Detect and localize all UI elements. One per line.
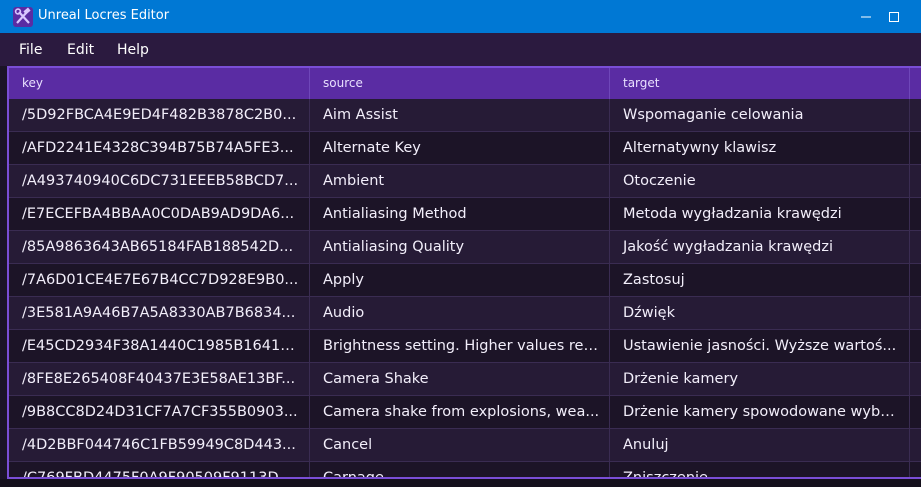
localization-table: key source target /5D92FBCA4E9ED4F482B38… <box>7 66 921 479</box>
menu-help[interactable]: Help <box>117 42 149 58</box>
cell-target[interactable]: Alternatywny klawisz <box>610 132 910 164</box>
cell-key[interactable]: /4D2BBF044746C1FB59949C8D443... <box>9 429 310 461</box>
cell-target[interactable]: Wspomaganie celowania <box>610 99 910 131</box>
cell-filler <box>910 297 921 329</box>
table-row[interactable]: /5D92FBCA4E9ED4F482B3878C2B0... Aim Assi… <box>9 99 921 132</box>
column-header-key[interactable]: key <box>9 68 310 99</box>
table-row[interactable]: /A493740940C6DC731EEEB58BCD7... Ambient … <box>9 165 921 198</box>
cell-source[interactable]: Antialiasing Method <box>310 198 610 230</box>
cell-source[interactable]: Alternate Key <box>310 132 610 164</box>
cell-source[interactable]: Ambient <box>310 165 610 197</box>
cell-filler <box>910 231 921 263</box>
cell-key[interactable]: /AFD2241E4328C394B75B74A5FE3... <box>9 132 310 164</box>
table-header: key source target <box>9 68 921 99</box>
table-row[interactable]: /AFD2241E4328C394B75B74A5FE3... Alternat… <box>9 132 921 165</box>
menu-edit[interactable]: Edit <box>67 42 94 58</box>
cell-key[interactable]: /E7ECEFBA4BBAA0C0DAB9AD9DA6... <box>9 198 310 230</box>
table-row[interactable]: /85A9863643AB65184FAB188542D... Antialia… <box>9 231 921 264</box>
cell-target[interactable]: Ustawienie jasności. Wyższe wartoś... <box>610 330 910 362</box>
cell-source[interactable]: Audio <box>310 297 610 329</box>
cell-filler <box>910 330 921 362</box>
cell-filler <box>910 462 921 477</box>
tools-icon <box>13 7 33 27</box>
cell-target[interactable]: Drżenie kamery spowodowane wybu... <box>610 396 910 428</box>
cell-key[interactable]: /C769FBD4475F0A9F90509F9113D... <box>9 462 310 477</box>
table-row[interactable]: /7A6D01CE4E7E67B4CC7D928E9B0... Apply Za… <box>9 264 921 297</box>
column-header-filler <box>910 68 921 99</box>
cell-source[interactable]: Cancel <box>310 429 610 461</box>
minimize-button[interactable] <box>852 0 880 33</box>
cell-key[interactable]: /8FE8E265408F40437E3E58AE13BF... <box>9 363 310 395</box>
cell-target[interactable]: Otoczenie <box>610 165 910 197</box>
table-row[interactable]: /8FE8E265408F40437E3E58AE13BF... Camera … <box>9 363 921 396</box>
cell-source[interactable]: Antialiasing Quality <box>310 231 610 263</box>
menu-file[interactable]: File <box>19 42 42 58</box>
table-row[interactable]: /4D2BBF044746C1FB59949C8D443... Cancel A… <box>9 429 921 462</box>
cell-filler <box>910 429 921 461</box>
window-title: Unreal Locres Editor <box>38 8 170 23</box>
app-window: Unreal Locres Editor File Edit Help key … <box>0 0 921 487</box>
menu-bar: File Edit Help <box>0 33 921 66</box>
maximize-button[interactable] <box>880 0 908 33</box>
cell-source[interactable]: Carnage <box>310 462 610 477</box>
cell-source[interactable]: Camera shake from explosions, wea... <box>310 396 610 428</box>
table-row[interactable]: /E7ECEFBA4BBAA0C0DAB9AD9DA6... Antialias… <box>9 198 921 231</box>
cell-filler <box>910 396 921 428</box>
table-body[interactable]: /5D92FBCA4E9ED4F482B3878C2B0... Aim Assi… <box>9 99 921 477</box>
title-bar[interactable]: Unreal Locres Editor <box>0 0 921 33</box>
cell-filler <box>910 132 921 164</box>
column-header-source[interactable]: source <box>310 68 610 99</box>
cell-target[interactable]: Metoda wygładzania krawędzi <box>610 198 910 230</box>
cell-key[interactable]: /3E581A9A46B7A5A8330AB7B6834... <box>9 297 310 329</box>
cell-source[interactable]: Brightness setting. Higher values res... <box>310 330 610 362</box>
cell-key[interactable]: /E45CD2934F38A1440C1985B16416... <box>9 330 310 362</box>
cell-filler <box>910 165 921 197</box>
table-row[interactable]: /C769FBD4475F0A9F90509F9113D... Carnage … <box>9 462 921 477</box>
cell-target[interactable]: Dźwięk <box>610 297 910 329</box>
cell-filler <box>910 363 921 395</box>
table-row[interactable]: /3E581A9A46B7A5A8330AB7B6834... Audio Dź… <box>9 297 921 330</box>
cell-target[interactable]: Drżenie kamery <box>610 363 910 395</box>
cell-key[interactable]: /5D92FBCA4E9ED4F482B3878C2B0... <box>9 99 310 131</box>
cell-key[interactable]: /9B8CC8D24D31CF7A7CF355B0903... <box>9 396 310 428</box>
table-row[interactable]: /E45CD2934F38A1440C1985B16416... Brightn… <box>9 330 921 363</box>
cell-target[interactable]: Zniszczenie <box>610 462 910 477</box>
table-row[interactable]: /9B8CC8D24D31CF7A7CF355B0903... Camera s… <box>9 396 921 429</box>
cell-key[interactable]: /A493740940C6DC731EEEB58BCD7... <box>9 165 310 197</box>
cell-filler <box>910 99 921 131</box>
cell-filler <box>910 198 921 230</box>
cell-filler <box>910 264 921 296</box>
cell-key[interactable]: /85A9863643AB65184FAB188542D... <box>9 231 310 263</box>
cell-source[interactable]: Camera Shake <box>310 363 610 395</box>
cell-source[interactable]: Apply <box>310 264 610 296</box>
cell-target[interactable]: Zastosuj <box>610 264 910 296</box>
window-bottom-edge <box>0 479 921 487</box>
cell-key[interactable]: /7A6D01CE4E7E67B4CC7D928E9B0... <box>9 264 310 296</box>
cell-target[interactable]: Anuluj <box>610 429 910 461</box>
column-header-target[interactable]: target <box>610 68 910 99</box>
cell-source[interactable]: Aim Assist <box>310 99 610 131</box>
cell-target[interactable]: Jakość wygładzania krawędzi <box>610 231 910 263</box>
